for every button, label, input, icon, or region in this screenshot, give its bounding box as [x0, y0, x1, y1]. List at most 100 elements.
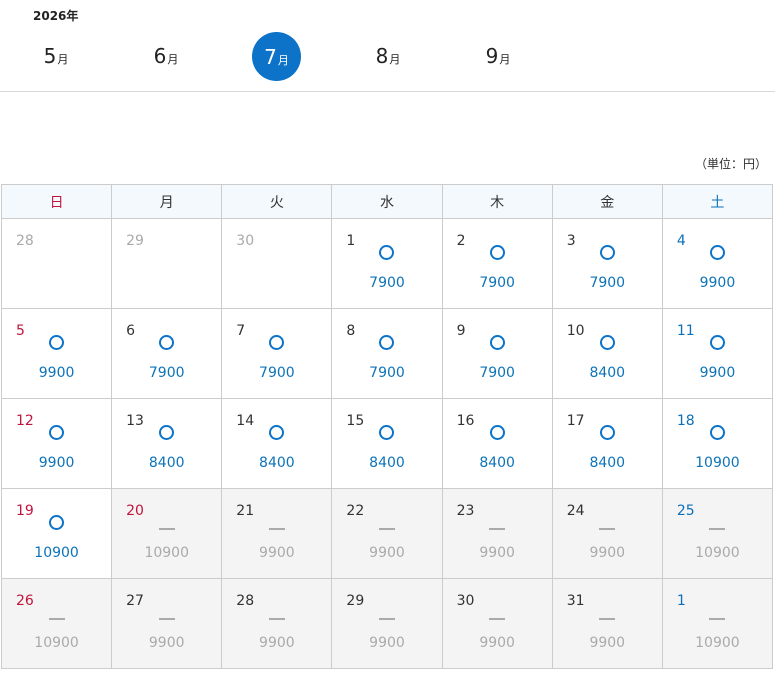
weekday-mon: 月 — [111, 184, 223, 219]
availability-mark — [663, 515, 772, 534]
month-tab-6[interactable]: 6月 — [140, 32, 192, 80]
divider — [0, 91, 775, 92]
month-suffix: 月 — [57, 53, 69, 66]
unavailable-dash-icon — [158, 618, 175, 620]
price-label: 10900 — [695, 635, 740, 651]
price-label: 9900 — [38, 365, 75, 381]
weekday-wed: 水 — [331, 184, 443, 219]
calendar-day-cell: 28 — [0, 218, 113, 309]
availability-mark — [2, 425, 111, 444]
month-selector: 5月 6月 7月 8月 9月 — [0, 30, 775, 81]
available-circle-icon — [49, 425, 65, 440]
available-circle-icon — [269, 335, 285, 350]
price-label: 7900 — [369, 275, 405, 291]
availability-mark — [222, 515, 331, 534]
unavailable-dash-icon — [48, 618, 65, 620]
available-circle-icon — [269, 425, 285, 440]
available-circle-icon — [379, 245, 395, 260]
day-number: 29 — [126, 233, 144, 249]
calendar-day-cell[interactable]: 14 8400 — [221, 398, 333, 489]
month-tab-8[interactable]: 8月 — [362, 32, 414, 80]
calendar-day-cell[interactable]: 15 8400 — [331, 398, 443, 489]
price-label: 8400 — [148, 455, 185, 471]
calendar-day-cell[interactable]: 3 7900 — [551, 218, 663, 309]
price-label: 9900 — [38, 455, 75, 471]
price-label: 10900 — [34, 545, 79, 561]
calendar-day-cell[interactable]: 9 7900 — [441, 308, 553, 399]
calendar-day-cell[interactable]: 6 7900 — [111, 308, 223, 399]
price-label: 9900 — [479, 545, 515, 561]
availability-mark — [663, 425, 772, 444]
availability-mark — [553, 335, 662, 354]
availability-mark — [222, 425, 331, 444]
calendar-day-cell: 21 9900 — [221, 488, 333, 579]
unit-label: （単位：円） — [694, 157, 767, 171]
weekday-sat: 土 — [661, 184, 774, 219]
availability-mark — [663, 605, 772, 624]
availability-mark — [2, 515, 111, 534]
month-number: 5 — [43, 44, 57, 68]
available-circle-icon — [599, 335, 615, 350]
unavailable-dash-icon — [158, 528, 175, 530]
year-label: 2026年 — [33, 9, 79, 23]
price-label: 8400 — [589, 455, 626, 471]
calendar-day-cell[interactable]: 4 9900 — [661, 218, 774, 309]
available-circle-icon — [489, 335, 505, 350]
weekday-sun: 日 — [0, 184, 113, 219]
availability-mark — [443, 425, 552, 444]
availability-mark — [332, 605, 441, 624]
day-number: 28 — [16, 233, 34, 249]
calendar-week-row: 5 9900 6 7900 7 7900 8 7900 9 7900 10 8400 11 9900 — [0, 308, 774, 399]
price-label: 10900 — [695, 455, 740, 471]
price-label: 7900 — [259, 365, 295, 381]
available-circle-icon — [709, 245, 725, 260]
price-label: 10900 — [144, 545, 189, 561]
price-label: 8400 — [369, 455, 405, 471]
calendar-day-cell: 25 10900 — [661, 488, 774, 579]
calendar-day-cell[interactable]: 18 10900 — [661, 398, 774, 489]
calendar-day-cell[interactable]: 7 7900 — [221, 308, 333, 399]
calendar-week-row: 12 9900 13 8400 14 8400 15 8400 16 8400 17 8400 18 10… — [0, 398, 774, 489]
calendar-day-cell[interactable]: 12 9900 — [0, 398, 113, 489]
availability-mark — [2, 335, 111, 354]
availability-mark — [112, 425, 221, 444]
calendar-day-cell: 29 9900 — [331, 578, 443, 669]
price-label: 9900 — [589, 635, 626, 651]
calendar-day-cell[interactable]: 13 8400 — [111, 398, 223, 489]
unavailable-dash-icon — [489, 528, 506, 530]
calendar-day-cell[interactable]: 11 9900 — [661, 308, 774, 399]
calendar-day-cell: 1 10900 — [661, 578, 774, 669]
month-number: 8 — [375, 44, 389, 68]
availability-mark — [443, 245, 552, 264]
calendar-week-row: 26 10900 27 9900 28 9900 29 9900 30 9900 31 9900 1 10… — [0, 578, 774, 669]
calendar-day-cell[interactable]: 19 10900 — [0, 488, 113, 579]
calendar-day-cell[interactable]: 8 7900 — [331, 308, 443, 399]
calendar-day-cell[interactable]: 10 8400 — [551, 308, 663, 399]
calendar-week-row: 19 10900 20 10900 21 9900 22 9900 23 9900 24 9900 25… — [0, 488, 774, 579]
calendar-day-cell: 22 9900 — [331, 488, 443, 579]
calendar-day-cell[interactable]: 2 7900 — [441, 218, 553, 309]
month-tab-5[interactable]: 5月 — [30, 32, 82, 80]
calendar-day-cell[interactable]: 16 8400 — [441, 398, 553, 489]
calendar-day-cell: 30 — [221, 218, 333, 309]
price-label: 9900 — [589, 545, 626, 561]
unavailable-dash-icon — [489, 618, 506, 620]
calendar-day-cell[interactable]: 1 7900 — [331, 218, 443, 309]
available-circle-icon — [159, 425, 175, 440]
calendar-day-cell[interactable]: 5 9900 — [0, 308, 113, 399]
available-circle-icon — [599, 245, 615, 260]
price-label: 8400 — [259, 455, 295, 471]
availability-mark — [553, 605, 662, 624]
unavailable-dash-icon — [599, 528, 616, 530]
month-tab-9[interactable]: 9月 — [472, 32, 524, 80]
month-tab-7[interactable]: 7月 — [252, 32, 301, 81]
unavailable-dash-icon — [378, 528, 395, 530]
price-label: 9900 — [699, 275, 736, 291]
weekday-header-row: 日 月 火 水 木 金 土 — [0, 184, 774, 219]
available-circle-icon — [49, 335, 65, 350]
availability-mark — [553, 245, 662, 264]
availability-mark — [112, 335, 221, 354]
calendar-day-cell: 31 9900 — [551, 578, 663, 669]
calendar-day-cell[interactable]: 17 8400 — [551, 398, 663, 489]
month-number: 6 — [153, 44, 167, 68]
